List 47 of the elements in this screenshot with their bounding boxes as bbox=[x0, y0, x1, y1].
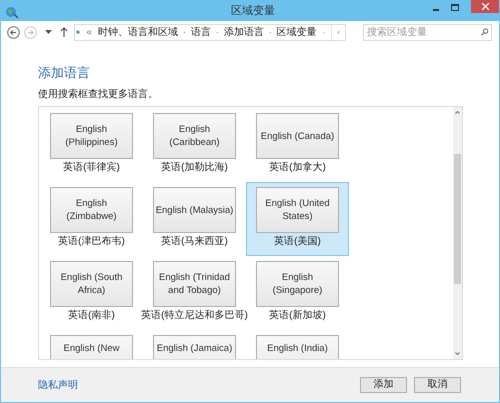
up-arrow-icon[interactable] bbox=[60, 27, 68, 37]
scrollbar[interactable] bbox=[453, 107, 462, 359]
maximize-icon[interactable] bbox=[451, 4, 459, 11]
language-native-name: 英语(新加坡) bbox=[269, 310, 326, 322]
dropdown-caret-icon[interactable] bbox=[45, 30, 52, 34]
search-icon[interactable] bbox=[480, 28, 488, 36]
search-input[interactable]: 搜索区域变量 bbox=[367, 24, 480, 40]
breadcrumb-overflow[interactable]: « bbox=[86, 24, 92, 40]
window-title: 区域变量 bbox=[231, 4, 275, 19]
language-name: English (New bbox=[64, 342, 120, 355]
language-name: English (Caribbean) bbox=[168, 123, 221, 149]
search-field[interactable]: 搜索区域变量 bbox=[363, 24, 492, 40]
language-native-name: 英语(特立尼达和多巴哥) bbox=[141, 310, 248, 322]
dialog-button[interactable]: 添加 bbox=[360, 377, 407, 393]
scroll-up-icon bbox=[455, 111, 460, 114]
language-name: English (Singapore) bbox=[272, 271, 324, 297]
language-option[interactable]: English (United States) 英语(美国) bbox=[246, 182, 349, 256]
language-name: English (India) bbox=[267, 342, 328, 355]
language-native-name: 英语(加勒比海) bbox=[161, 162, 228, 174]
language-name: English (Jamaica) bbox=[156, 342, 232, 355]
address-bar[interactable]: « 时钟、语言和区域 语言 添加语言 区域变量 bbox=[74, 24, 346, 40]
language-native-name: 英语(美国) bbox=[274, 236, 321, 248]
page-heading: 添加语言 bbox=[38, 65, 91, 81]
breadcrumb[interactable]: 区域变量 bbox=[276, 24, 317, 40]
scroll-down-icon bbox=[455, 352, 460, 355]
close-button[interactable] bbox=[471, 0, 499, 13]
close-icon bbox=[482, 3, 488, 10]
dialog-button[interactable]: 取消 bbox=[414, 377, 461, 393]
back-icon[interactable] bbox=[7, 26, 20, 38]
breadcrumb[interactable]: 时钟、语言和区域 bbox=[98, 24, 178, 40]
language-name: English (Zimbabwe) bbox=[65, 197, 118, 223]
language-native-name: 英语(津巴布韦) bbox=[58, 236, 125, 248]
language-native-name: 英语(南非) bbox=[68, 310, 115, 322]
language-name: English (Trinidad and Tobago) bbox=[158, 271, 231, 297]
language-name: English (Philippines) bbox=[64, 123, 119, 149]
language-native-name: 英语(加拿大) bbox=[269, 162, 326, 174]
language-name: English (South Africa) bbox=[60, 271, 124, 297]
instruction-text: 使用搜索框查找更多语言。 bbox=[38, 89, 159, 101]
breadcrumb[interactable]: 语言 bbox=[190, 24, 211, 40]
privacy-link[interactable]: 隐私声明 bbox=[38, 378, 78, 392]
breadcrumb[interactable]: 添加语言 bbox=[224, 24, 264, 40]
language-name: English (United States) bbox=[264, 197, 331, 223]
language-name: English (Canada) bbox=[260, 130, 334, 142]
globe-icon bbox=[5, 4, 19, 18]
language-native-name: 英语(马来西亚) bbox=[161, 236, 228, 248]
language-native-name: 英语(菲律宾) bbox=[63, 162, 120, 174]
language-name: English (Malaysia) bbox=[156, 204, 234, 216]
